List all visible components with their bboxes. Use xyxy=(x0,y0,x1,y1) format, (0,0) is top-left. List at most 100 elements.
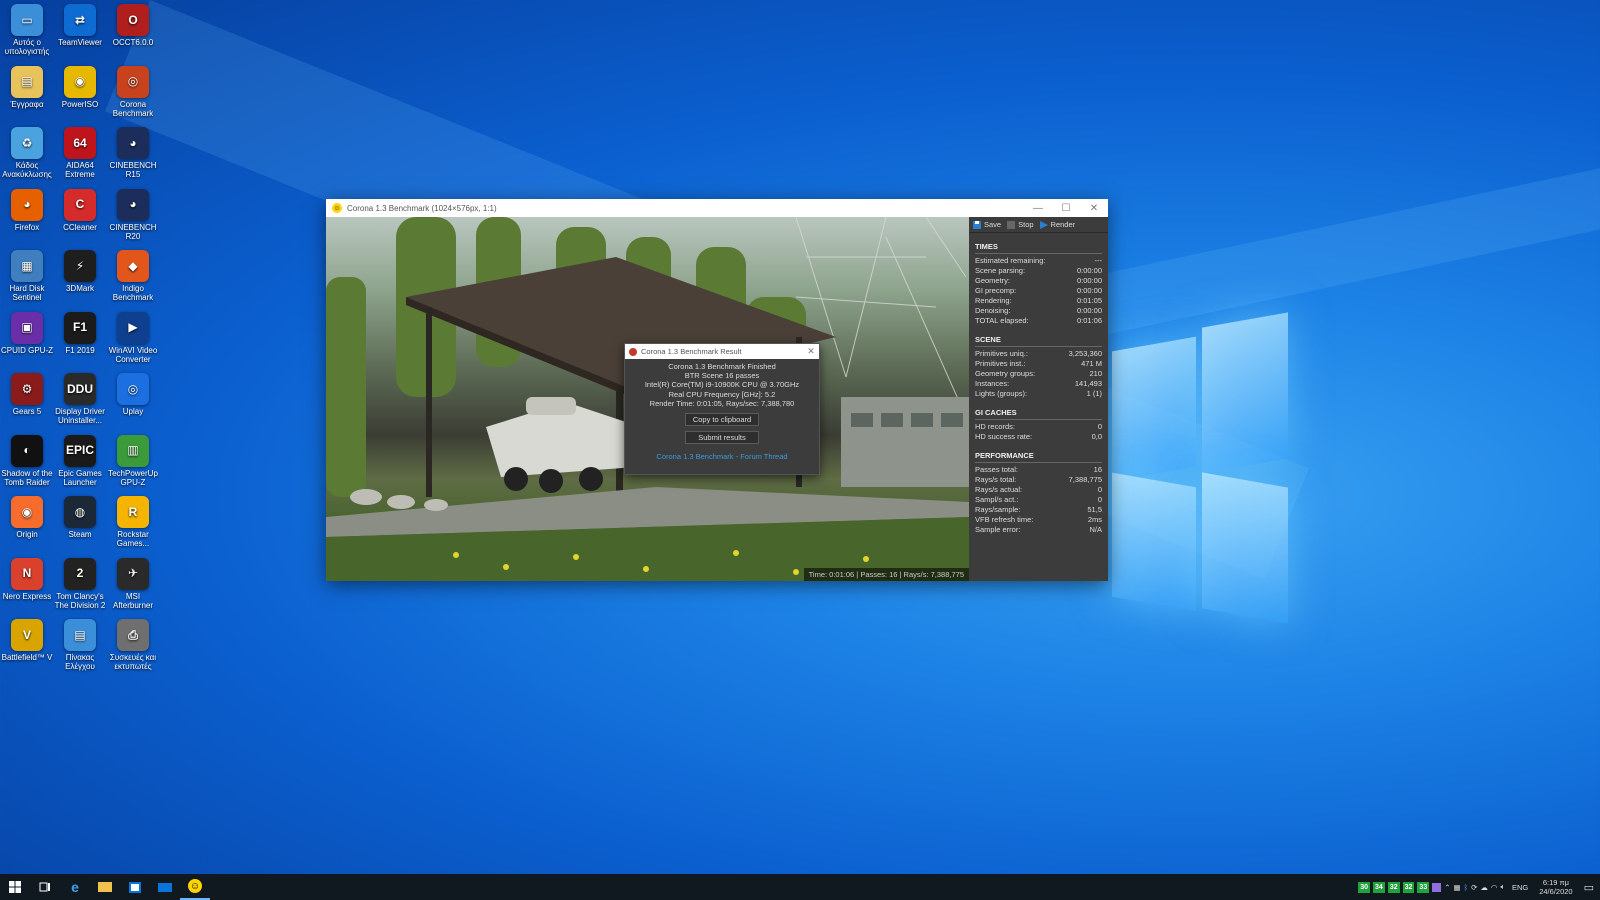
desktop-icon[interactable]: ▭ Αυτός ο υπολογιστής xyxy=(0,4,54,56)
file-explorer-button[interactable] xyxy=(90,874,120,900)
desktop-icon-label: Indigo Benchmark xyxy=(112,284,154,302)
stat-value: --- xyxy=(1094,256,1103,265)
corona-taskbar-button[interactable]: ☺ xyxy=(180,874,210,900)
winavi-icon: ▶ xyxy=(117,311,149,344)
dialog-titlebar[interactable]: Corona 1.3 Benchmark Result ✕ xyxy=(625,344,819,359)
desktop-icon[interactable]: N Nero Express xyxy=(0,557,54,601)
desktop-icon[interactable]: ▥ TechPowerUp GPU-Z xyxy=(106,434,160,487)
task-view-button[interactable] xyxy=(30,874,60,900)
recycle-bin-icon: ♻ xyxy=(11,127,43,159)
desktop-icon[interactable]: C CCleaner xyxy=(53,188,107,232)
stat-row: HD success rate: 0,0 xyxy=(975,432,1102,442)
desktop-icon[interactable]: ▤ Πίνακας Ελέγχου xyxy=(53,619,107,671)
cpu-temp-badge[interactable]: 30 xyxy=(1358,881,1371,893)
cloud-icon[interactable]: ☁ xyxy=(1480,883,1488,892)
edge-button[interactable]: e xyxy=(60,874,90,900)
network-icon[interactable]: ▦ xyxy=(1454,883,1461,892)
chevron-up-icon[interactable]: ⌃ xyxy=(1444,883,1450,892)
desktop-icon[interactable]: O OCCT6.0.0 xyxy=(106,4,160,47)
desktop-icon[interactable]: EPIC Epic Games Launcher xyxy=(53,434,107,487)
desktop-icon[interactable]: ◍ Steam xyxy=(53,496,107,539)
stat-row: Passes total: 16 xyxy=(975,465,1102,475)
sync-icon[interactable]: ⟳ xyxy=(1471,883,1477,892)
cpu-temp-badge[interactable]: 34 xyxy=(1373,881,1385,893)
desktop-icon[interactable]: ◕ CINEBENCH R15 xyxy=(106,127,160,179)
desktop-icon[interactable]: ◕ CINEBENCH R20 xyxy=(106,188,160,241)
bluetooth-icon[interactable]: ᛒ xyxy=(1464,883,1469,892)
gears-icon: ⚙ xyxy=(11,373,43,405)
desktop-icon[interactable]: DDU Display Driver Uninstaller... xyxy=(53,373,107,425)
mail-button[interactable] xyxy=(150,874,180,900)
desktop-icon[interactable]: 64 AIDA64 Extreme xyxy=(53,127,107,179)
desktop-icon[interactable]: V Battlefield™ V xyxy=(0,619,54,662)
start-button[interactable] xyxy=(0,874,30,900)
result-line: Render Time: 0:01:05, Rays/sec: 7,388,78… xyxy=(649,398,795,408)
benchmark-result-dialog[interactable]: Corona 1.3 Benchmark Result ✕ Corona 1.3… xyxy=(624,343,820,475)
desktop-icon[interactable]: ◉ PowerISO xyxy=(53,65,107,109)
stat-row: Estimated remaining: --- xyxy=(975,256,1102,266)
desktop-icon[interactable]: ▦ Hard Disk Sentinel xyxy=(0,250,54,302)
section-heading: GI CACHES xyxy=(975,408,1102,420)
stop-button[interactable]: Stop xyxy=(1007,220,1034,229)
forum-thread-link[interactable]: Corona 1.3 Benchmark - Forum Thread xyxy=(625,452,819,461)
desktop-icon-label: WinAVI Video Converter xyxy=(108,345,158,364)
stat-value: 0 xyxy=(1097,485,1102,494)
desktop-icon[interactable]: ◕ Firefox xyxy=(0,188,54,232)
desktop-icon[interactable]: ◉ Origin xyxy=(0,496,54,539)
volume-icon[interactable]: 🔈︎ xyxy=(1500,882,1505,892)
stat-row: Scene parsing: 0:00:00 xyxy=(975,266,1102,276)
origin-icon: ◉ xyxy=(11,496,43,528)
render-button[interactable]: Render xyxy=(1039,220,1075,229)
desktop-icon[interactable]: ⚡ 3DMark xyxy=(53,250,107,293)
stat-value: 7,388,775 xyxy=(1068,475,1102,484)
cpu-temp-badge[interactable]: 33 xyxy=(1417,881,1430,893)
submit-results-button[interactable]: Submit results xyxy=(685,431,759,445)
stat-row: Geometry groups: 210 xyxy=(975,369,1102,379)
desktop-icon[interactable]: ⚙ Gears 5 xyxy=(0,373,54,416)
store-button[interactable] xyxy=(120,874,150,900)
language-indicator[interactable]: ENG xyxy=(1512,883,1528,892)
maximize-button[interactable]: ☐ xyxy=(1052,203,1080,214)
desktop-icon[interactable]: ⇄ TeamViewer xyxy=(53,4,107,47)
tray-app-icon[interactable] xyxy=(1432,882,1442,892)
clock[interactable]: 6:19 πμ 24/6/2020 xyxy=(1539,878,1572,896)
taskbar: e ☺ 30 34 32 32 33 ⌃ ▦ ᛒ ⟳ ☁ ◠ 🔈︎ ENG 6:… xyxy=(0,874,1600,900)
minimize-button[interactable]: — xyxy=(1024,203,1052,214)
f1-icon: F1 xyxy=(64,311,96,344)
desktop-icon[interactable]: ◎ Uplay xyxy=(106,373,160,416)
desktop-icon-label: CINEBENCH R15 xyxy=(109,161,157,179)
desktop-icon[interactable]: ▣ CPUID GPU-Z xyxy=(0,311,54,355)
stat-value: 0 xyxy=(1097,495,1102,504)
desktop-icon[interactable]: ◆ Indigo Benchmark xyxy=(106,250,160,302)
desktop-icon[interactable]: ⎙ Συσκευές και εκτυπωτές xyxy=(106,619,160,671)
result-line: Intel(R) Core(TM) i9-10900K CPU @ 3.70GH… xyxy=(644,380,800,390)
desktop-icon[interactable]: ✈ MSI Afterburner xyxy=(106,557,160,610)
wifi-icon[interactable]: ◠ xyxy=(1491,883,1498,892)
desktop-icon[interactable]: R Rockstar Games... xyxy=(106,496,160,548)
desktop-icon[interactable]: 2 Tom Clancy's The Division 2 xyxy=(53,557,107,610)
techpowerup-icon: ▥ xyxy=(117,434,149,467)
stat-value: 0:00:00 xyxy=(1076,266,1102,275)
desktop-icon[interactable]: ◐ Shadow of the Tomb Raider xyxy=(0,434,54,487)
desktop-icon-label: CCleaner xyxy=(63,222,97,232)
task-view-icon xyxy=(39,882,50,892)
desktop-icon-label: Steam xyxy=(68,530,92,539)
edge-icon: e xyxy=(71,879,79,895)
stat-label: Primitives inst.: xyxy=(975,359,1026,368)
desktop-icon[interactable]: F1 F1 2019 xyxy=(53,311,107,355)
cpu-temp-badge[interactable]: 32 xyxy=(1387,881,1400,893)
desktop-icon[interactable]: ▶ WinAVI Video Converter xyxy=(106,311,160,364)
teamviewer-icon: ⇄ xyxy=(64,4,96,36)
windows-logo xyxy=(1112,312,1288,624)
dialog-close-button[interactable]: ✕ xyxy=(803,346,819,357)
desktop-icon[interactable]: ♻ Κάδος Ανακύκλωσης xyxy=(0,127,54,179)
desktop-icon[interactable]: ▤ Έγγραφα xyxy=(0,65,54,109)
cpu-temp-badge[interactable]: 32 xyxy=(1402,881,1415,893)
notifications-icon[interactable]: ▭ xyxy=(1584,881,1594,894)
desktop-icon[interactable]: ◎ Corona Benchmark xyxy=(106,65,160,118)
copy-to-clipboard-button[interactable]: Copy to clipboard xyxy=(685,413,759,427)
close-button[interactable]: ✕ xyxy=(1080,203,1108,214)
save-button[interactable]: Save xyxy=(973,220,1001,229)
stat-label: VFB refresh time: xyxy=(975,515,1034,524)
window-titlebar[interactable]: ☺ Corona 1.3 Benchmark (1024×576px, 1:1)… xyxy=(326,199,1108,217)
